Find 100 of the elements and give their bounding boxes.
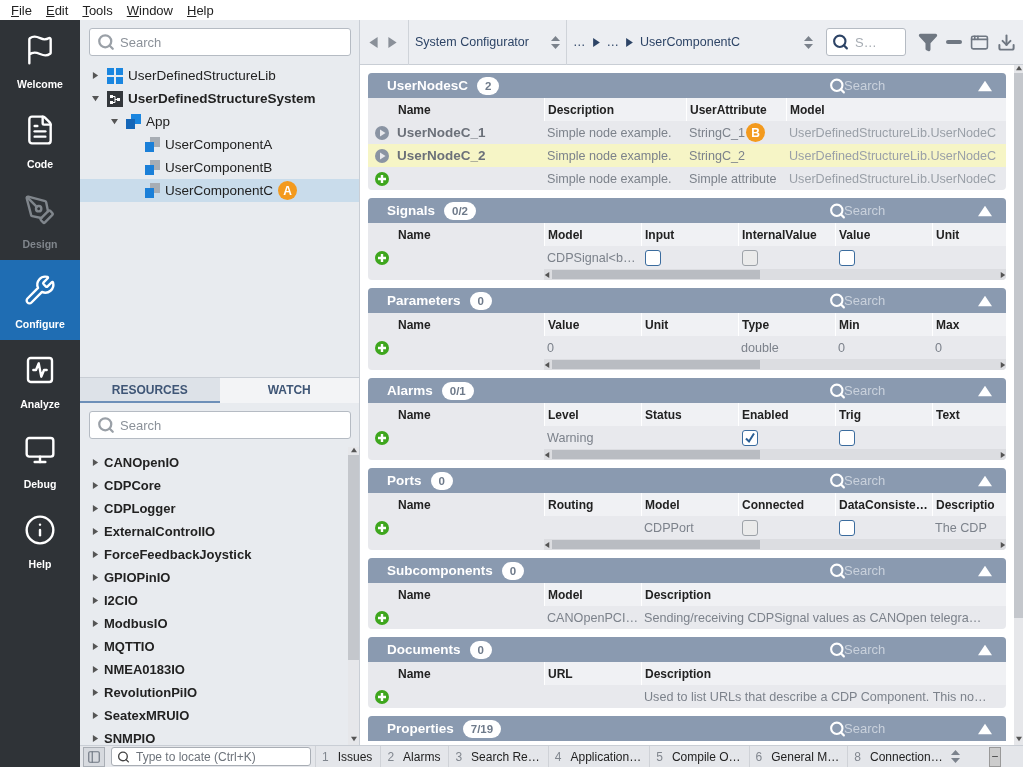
panel-tab[interactable]: WATCH (219, 378, 359, 403)
tree-item[interactable]: UserComponentB (80, 156, 359, 179)
add-button[interactable] (375, 689, 389, 704)
column-header[interactable]: Name (368, 662, 544, 685)
add-button[interactable] (375, 520, 389, 535)
search-field[interactable]: Search (821, 380, 941, 401)
column-header[interactable]: Description (641, 662, 1006, 685)
add-button[interactable] (375, 430, 389, 445)
column-header[interactable]: Value (835, 223, 932, 246)
resource-item[interactable]: CDPCore (80, 474, 348, 497)
menu-item[interactable]: File (4, 2, 39, 18)
column-header[interactable]: Name (368, 98, 544, 121)
breadcrumb-item[interactable]: … (573, 35, 586, 49)
search-field[interactable]: Search (821, 290, 941, 311)
column-header[interactable]: Descriptio (932, 493, 1006, 516)
search-field[interactable]: Search (821, 470, 941, 491)
column-header[interactable]: InternalValue (738, 223, 835, 246)
resource-item[interactable]: ExternalControlIO (80, 520, 348, 543)
search-field[interactable]: Search (89, 411, 351, 439)
column-header[interactable]: DataConsiste… (835, 493, 932, 516)
output-tab[interactable]: 2 Alarms (380, 746, 449, 767)
add-button[interactable] (375, 610, 389, 625)
resource-item[interactable]: SNMPIO (80, 727, 348, 745)
column-header[interactable]: Level (544, 403, 641, 426)
table-row[interactable]: UserNodeC_1 Simple node example. StringC_1 B UserDefinedStructureLib.UserNodeC (368, 121, 1006, 144)
column-header[interactable]: Description (641, 583, 1006, 606)
resource-item[interactable]: ForceFeedbackJoystick (80, 543, 348, 566)
tree-item[interactable]: UserComponentC A (80, 179, 359, 202)
menu-item[interactable]: Tools (75, 2, 120, 18)
column-header[interactable]: Model (544, 223, 641, 246)
column-header[interactable]: Name (368, 583, 544, 606)
checkbox[interactable] (839, 249, 855, 266)
column-header[interactable]: Name (368, 493, 544, 516)
minimize-button[interactable] (989, 746, 1001, 767)
column-header[interactable]: Trig (835, 403, 932, 426)
column-header[interactable]: Input (641, 223, 738, 246)
breadcrumb-dropdown[interactable]: … … UserComponentC (566, 19, 819, 65)
column-header[interactable]: Description (544, 98, 686, 121)
column-header[interactable]: Connected (738, 493, 835, 516)
column-header[interactable]: Enabled (738, 403, 835, 426)
output-tab[interactable]: 5 Compile O… (649, 746, 749, 767)
column-header[interactable]: URL (544, 662, 641, 685)
menu-item[interactable]: Help (180, 2, 221, 18)
horizontal-scrollbar[interactable] (544, 449, 1006, 460)
column-header[interactable]: Name (368, 403, 544, 426)
menu-item[interactable]: Window (119, 2, 180, 18)
panel-tab[interactable]: RESOURCES (80, 378, 220, 403)
output-tab[interactable]: 3 Search Re… (448, 746, 548, 767)
column-header[interactable]: Min (835, 313, 932, 336)
column-header[interactable]: Model (641, 493, 738, 516)
column-header[interactable]: Unit (641, 313, 738, 336)
horizontal-scrollbar[interactable] (544, 539, 1006, 550)
column-header[interactable]: Status (641, 403, 738, 426)
resource-item[interactable]: CDPLogger (80, 497, 348, 520)
resource-item[interactable]: I2CIO (80, 589, 348, 612)
menu-item[interactable]: Edit (38, 2, 76, 18)
breadcrumb-item[interactable]: … (606, 35, 619, 49)
search-field[interactable]: Search (89, 28, 351, 56)
play-icon[interactable] (375, 148, 389, 163)
locate-field[interactable]: Type to locate (Ctrl+K) (111, 747, 311, 766)
sidebar-toggle-button[interactable] (83, 746, 105, 767)
output-tab[interactable]: 8 Connection… (847, 746, 951, 767)
resource-item[interactable]: CANOpenIO (80, 451, 348, 474)
tree-item[interactable]: UserDefinedStructureSystem (80, 87, 359, 110)
resource-item[interactable]: ModbusIO (80, 612, 348, 635)
vertical-scrollbar[interactable] (1014, 65, 1023, 745)
column-header[interactable]: Unit (932, 223, 1006, 246)
nav-item[interactable]: Welcome (0, 20, 80, 100)
search-field[interactable]: S… (826, 28, 906, 56)
resource-item[interactable]: GPIOPinIO (80, 566, 348, 589)
column-header[interactable]: Name (368, 313, 544, 336)
search-field[interactable]: Search (821, 639, 941, 660)
add-button[interactable] (375, 250, 389, 265)
output-tab[interactable]: 4 Application… (547, 746, 650, 767)
nav-item[interactable]: Debug (0, 420, 80, 500)
column-header[interactable]: Routing (544, 493, 641, 516)
output-tab[interactable]: 6 General M… (748, 746, 848, 767)
nav-item[interactable]: Configure (0, 260, 80, 340)
column-header[interactable]: Text (932, 403, 1006, 426)
column-header[interactable]: Type (738, 313, 835, 336)
add-button[interactable] (375, 340, 389, 355)
column-header[interactable]: Name (368, 223, 544, 246)
mode-dropdown[interactable]: System Configurator (408, 19, 566, 65)
search-field[interactable]: Search (821, 75, 941, 96)
column-header[interactable]: Value (544, 313, 641, 336)
column-header[interactable]: Max (932, 313, 1006, 336)
horizontal-scrollbar[interactable] (544, 359, 1006, 370)
output-tab[interactable]: 1 Issues (315, 746, 381, 767)
add-button[interactable] (375, 171, 389, 186)
resource-item[interactable]: MQTTIO (80, 635, 348, 658)
column-header[interactable]: Model (786, 98, 1006, 121)
resource-item[interactable]: NMEA0183IO (80, 658, 348, 681)
tree-item[interactable]: UserDefinedStructureLib (80, 64, 359, 87)
tree-item[interactable]: UserComponentA (80, 133, 359, 156)
tree-item[interactable]: App (80, 110, 359, 133)
checkbox[interactable] (742, 429, 758, 446)
nav-item[interactable]: Code (0, 100, 80, 180)
table-row[interactable]: UserNodeC_2 Simple node example. StringC_2 UserDefinedStructureLib.UserNodeC (368, 144, 1006, 167)
search-field[interactable]: Search (821, 718, 941, 739)
play-icon[interactable] (375, 125, 389, 140)
